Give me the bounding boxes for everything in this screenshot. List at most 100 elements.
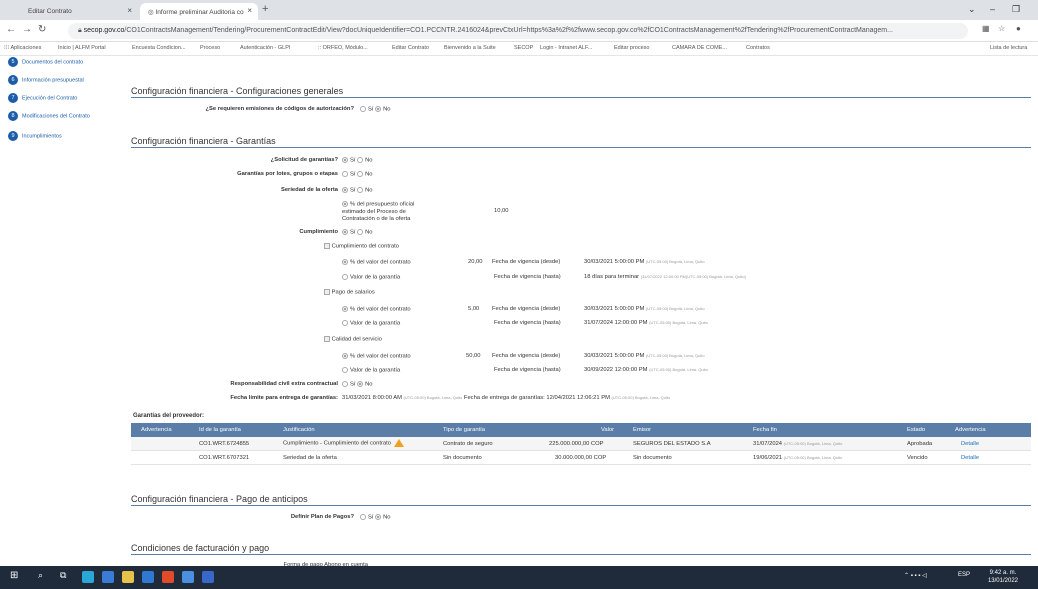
section-title: Condiciones de facturación y pago	[131, 543, 270, 553]
tab-informe[interactable]: ◎ Informe preliminar Auditoria co ×	[140, 3, 258, 20]
pago-salarios-check[interactable]: Pago de salarios	[324, 289, 375, 296]
table-header: Advertencia Id de la garantía Justificac…	[131, 423, 1031, 437]
edge-icon[interactable]	[82, 571, 94, 583]
bookmark[interactable]: SECOP	[514, 45, 533, 51]
bookmark[interactable]: Encuesta Condicion...	[132, 45, 186, 51]
cumplimiento-contrato-check[interactable]: Cumplimiento del contrato	[324, 243, 399, 250]
tab-label: Informe preliminar Auditoria co	[155, 9, 244, 16]
solicitud-radio[interactable]: Sí No	[342, 157, 373, 164]
c1-pct: 20,00	[468, 259, 483, 265]
lotes-radio[interactable]: Sí No	[342, 171, 373, 178]
bookmark[interactable]: Login - Intranet ALF...	[540, 45, 592, 51]
browser-tab-bar: Editar Contrato × ◎ Informe preliminar Au…	[0, 0, 1038, 20]
main-content: Configuración financiera - Configuracion…	[128, 56, 1033, 568]
close-icon[interactable]: ×	[127, 6, 132, 15]
pct-presupuesto-label[interactable]: % del presupuesto oficial estimado del P…	[342, 201, 418, 223]
seriedad-radio[interactable]: Sí No	[342, 187, 373, 194]
detalle-link[interactable]: Detalle	[961, 441, 979, 447]
mail-icon[interactable]	[142, 571, 154, 583]
windows-start-icon[interactable]: ⊞	[10, 570, 18, 581]
cumplimiento-radio[interactable]: Sí No	[342, 229, 373, 236]
profile-icon[interactable]: ●	[1016, 24, 1021, 33]
folder-icon[interactable]	[122, 571, 134, 583]
chevron-down-icon[interactable]: ⌄	[968, 4, 976, 15]
pct-valor-radio[interactable]: % del valor del contrato	[342, 306, 411, 313]
app-icon[interactable]	[182, 571, 194, 583]
apps-icon[interactable]: ⁝⁝⁝ Aplicaciones	[4, 45, 41, 51]
tray-icons[interactable]: ⌃ ▪ ▪ ▪ ◁	[904, 572, 927, 579]
c2-hasta: 31/07/2024 12:00:00 PM (UTC-05:00) Bogot…	[584, 320, 708, 326]
fecha-desde-label: Fecha de vigencia (desde)	[492, 306, 561, 312]
sidebar-item-ejecucion[interactable]: 7 Ejecución del Contrato	[8, 93, 77, 105]
task-view-icon[interactable]: ⧉	[60, 570, 66, 581]
pct-valor-radio[interactable]: % del valor del contrato	[342, 259, 411, 266]
reload-icon[interactable]: ↻	[38, 24, 46, 35]
bookmark[interactable]: Contratos	[746, 45, 770, 51]
forward-icon[interactable]: →	[22, 24, 32, 35]
store-icon[interactable]	[102, 571, 114, 583]
table-row: CO1.WRT.6707321 Seriedad de la oferta Si…	[131, 451, 1031, 465]
valor-garantia-radio[interactable]: Valor de la garantía	[342, 367, 400, 374]
valor-garantia-radio[interactable]: Valor de la garantía	[342, 320, 400, 327]
bookmark[interactable]: CAMARA DE COME...	[672, 45, 727, 51]
bookmark[interactable]: Proceso	[200, 45, 220, 51]
responsabilidad-label: Responsabilidad civil extra contractual	[230, 381, 338, 387]
plan-radio[interactable]: Sí No	[360, 514, 391, 521]
section-title: Configuración financiera - Pago de antic…	[131, 494, 308, 504]
maximize-icon[interactable]: ❐	[1012, 4, 1020, 15]
pct-valor-radio[interactable]: % del valor del contrato	[342, 353, 411, 360]
c3-pct: 50,00	[466, 353, 481, 359]
responsabilidad-radio[interactable]: Sí No	[342, 381, 373, 388]
fecha-hasta-label: Fecha de vigencia (hasta)	[494, 274, 561, 280]
sidebar-item-documentos[interactable]: 5 Documentos del contrato	[8, 57, 83, 69]
taskbar: ⊞ ⌕ ⧉ ⌃ ▪ ▪ ▪ ◁ ESP 9:42 a. m. 13/01/2022	[0, 566, 1038, 589]
address-bar: ← → ↻ 🔒︎ secop.gov.co/CO1ContractsManage…	[0, 20, 1038, 42]
bookmark[interactable]: Editar proceso	[614, 45, 649, 51]
close-icon[interactable]: ×	[247, 6, 252, 15]
url-host: secop.gov.co	[83, 27, 125, 34]
url-input[interactable]: 🔒︎ secop.gov.co/CO1ContractsManagement/T…	[68, 23, 968, 39]
guarantees-table: Advertencia Id de la garantía Justificac…	[131, 423, 1031, 465]
url-path: /CO1ContractsManagement/Tendering/Procur…	[124, 27, 893, 34]
tab-editar-contrato[interactable]: Editar Contrato ×	[20, 3, 138, 20]
bookmark[interactable]: :: ORFEO, Módulo...	[318, 45, 368, 51]
fecha-limite-value: 31/03/2021 8:00:00 AM (UTC-05:00) Bogotá…	[342, 395, 671, 401]
reading-list[interactable]: Lista de lectura	[990, 45, 1027, 51]
bookmark[interactable]: Bienvenido a la Suite	[444, 45, 496, 51]
app-icon[interactable]	[202, 571, 214, 583]
plan-label: Definir Plan de Pagos?	[290, 514, 354, 520]
new-tab-icon[interactable]: +	[262, 3, 268, 15]
c3-desde: 30/03/2021 5:00:00 PM (UTC-05:00) Bogotá…	[584, 353, 705, 359]
bookmark[interactable]: Inicio | ALFM Portal	[58, 45, 106, 51]
detalle-link[interactable]: Detalle	[961, 455, 979, 461]
extension-icon[interactable]: ▦	[982, 24, 990, 33]
language-indicator[interactable]: ESP	[958, 572, 970, 578]
bookmark[interactable]: Editar Contrato	[392, 45, 429, 51]
chrome-icon[interactable]	[162, 571, 174, 583]
table-row: CO1.WRT.6724855 Cumplimiento - Cumplimie…	[131, 437, 1031, 451]
c1-hasta: 18 días para terminar (31/07/2022 12:00:…	[584, 274, 746, 280]
star-icon[interactable]: ☆	[998, 24, 1005, 33]
pct-presupuesto-value: 10,00	[494, 208, 509, 214]
c1-desde: 30/03/2021 5:00:00 PM (UTC-05:00) Bogotá…	[584, 259, 705, 265]
fecha-desde-label: Fecha de vigencia (desde)	[492, 353, 561, 359]
cumplimiento-label: Cumplimiento	[299, 229, 338, 235]
solicitud-label: ¿Solicitud de garantías?	[270, 157, 338, 163]
c2-desde: 30/03/2021 5:00:00 PM (UTC-05:00) Bogotá…	[584, 306, 705, 312]
search-icon[interactable]: ⌕	[38, 570, 43, 581]
calidad-check[interactable]: Calidad del servicio	[324, 336, 382, 343]
minimize-icon[interactable]: –	[990, 4, 995, 14]
sidebar-item-modificaciones[interactable]: 8 Modificaciones del Contrato	[8, 111, 90, 123]
codes-radio[interactable]: Sí No	[360, 106, 391, 113]
c2-pct: 5,00	[468, 306, 480, 312]
bookmark[interactable]: Autenticación - GLPI	[240, 45, 290, 51]
valor-garantia-radio[interactable]: Valor de la garantía	[342, 274, 400, 281]
sidebar-item-incumplimientos[interactable]: 9 Incumplimientos	[8, 131, 62, 143]
fecha-hasta-label: Fecha de vigencia (hasta)	[494, 320, 561, 326]
fecha-desde-label: Fecha de vigencia (desde)	[492, 259, 561, 265]
fecha-limite-label: Fecha límite para entrega de garantías:	[230, 395, 338, 401]
clock[interactable]: 9:42 a. m. 13/01/2022	[988, 569, 1018, 585]
section-title: Configuración financiera - Configuracion…	[131, 86, 344, 96]
sidebar-item-presupuestal[interactable]: 6 Información presupuestal	[8, 75, 84, 87]
back-icon[interactable]: ←	[6, 24, 16, 35]
